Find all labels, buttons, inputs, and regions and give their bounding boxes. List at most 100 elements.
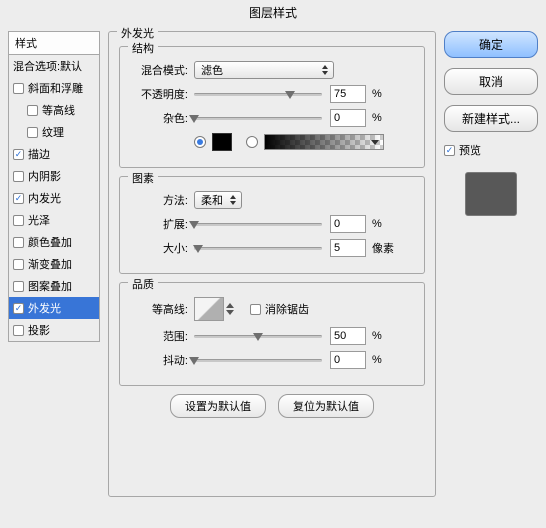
style-item-label: 纹理 bbox=[42, 124, 64, 140]
size-input[interactable] bbox=[330, 239, 366, 257]
style-list-item[interactable]: 图案叠加 bbox=[9, 275, 99, 297]
range-label: 范围: bbox=[130, 328, 194, 344]
structure-group: 结构 混合模式: 滤色 不透明度: % 杂色: bbox=[119, 46, 425, 168]
jitter-slider[interactable] bbox=[194, 353, 322, 367]
color-swatch[interactable] bbox=[212, 133, 232, 151]
style-checkbox[interactable] bbox=[13, 171, 24, 182]
main-panel: 外发光 结构 混合模式: 滤色 不透明度: % bbox=[108, 31, 436, 520]
style-list-item[interactable]: 光泽 bbox=[9, 209, 99, 231]
style-list-item[interactable]: 描边 bbox=[9, 143, 99, 165]
preview-checkbox[interactable] bbox=[444, 145, 455, 156]
style-checkbox[interactable] bbox=[13, 193, 24, 204]
reset-default-button[interactable]: 复位为默认值 bbox=[278, 394, 374, 418]
style-checkbox[interactable] bbox=[13, 303, 24, 314]
method-row: 方法: 柔和 bbox=[130, 191, 414, 209]
noise-slider[interactable] bbox=[194, 111, 322, 125]
style-list-item[interactable]: 斜面和浮雕 bbox=[9, 77, 99, 99]
style-list-item[interactable]: 外发光 bbox=[9, 297, 99, 319]
style-list-item[interactable]: 混合选项:默认 bbox=[9, 55, 99, 77]
antialias-checkbox[interactable] bbox=[250, 304, 261, 315]
style-list-item[interactable]: 投影 bbox=[9, 319, 99, 341]
make-default-button[interactable]: 设置为默认值 bbox=[170, 394, 266, 418]
ok-button[interactable]: 确定 bbox=[444, 31, 538, 58]
style-item-label: 图案叠加 bbox=[28, 278, 72, 294]
elements-legend: 图素 bbox=[128, 170, 158, 186]
opacity-slider[interactable] bbox=[194, 87, 322, 101]
jitter-unit: % bbox=[372, 354, 382, 366]
noise-input[interactable] bbox=[330, 109, 366, 127]
quality-legend: 品质 bbox=[128, 276, 158, 292]
noise-unit: % bbox=[372, 112, 382, 124]
style-item-label: 渐变叠加 bbox=[28, 256, 72, 272]
preview-label: 预览 bbox=[459, 142, 481, 158]
size-row: 大小: 像素 bbox=[130, 239, 414, 257]
outer-glow-group: 外发光 结构 混合模式: 滤色 不透明度: % bbox=[108, 31, 436, 497]
dialog-body: 样式 混合选项:默认斜面和浮雕等高线纹理描边内阴影内发光光泽颜色叠加渐变叠加图案… bbox=[0, 25, 546, 528]
style-list-item[interactable]: 颜色叠加 bbox=[9, 231, 99, 253]
style-checkbox[interactable] bbox=[13, 281, 24, 292]
blend-mode-select[interactable]: 滤色 bbox=[194, 61, 334, 79]
cancel-button[interactable]: 取消 bbox=[444, 68, 538, 95]
opacity-label: 不透明度: bbox=[130, 86, 194, 102]
side-panel: 确定 取消 新建样式... 预览 bbox=[444, 31, 538, 520]
style-checkbox[interactable] bbox=[13, 325, 24, 336]
styles-header[interactable]: 样式 bbox=[8, 31, 100, 55]
contour-row: 等高线: 消除锯齿 bbox=[130, 297, 414, 321]
style-list-item[interactable]: 内阴影 bbox=[9, 165, 99, 187]
color-source-row bbox=[130, 133, 414, 151]
layer-style-dialog: 图层样式 样式 混合选项:默认斜面和浮雕等高线纹理描边内阴影内发光光泽颜色叠加渐… bbox=[0, 0, 546, 528]
style-checkbox[interactable] bbox=[13, 259, 24, 270]
contour-picker[interactable] bbox=[194, 297, 224, 321]
style-item-label: 描边 bbox=[28, 146, 50, 162]
blend-mode-row: 混合模式: 滤色 bbox=[130, 61, 414, 79]
noise-row: 杂色: % bbox=[130, 109, 414, 127]
color-solid-radio[interactable] bbox=[194, 136, 206, 148]
contour-label: 等高线: bbox=[130, 301, 194, 317]
spread-slider[interactable] bbox=[194, 217, 322, 231]
style-checkbox[interactable] bbox=[27, 127, 38, 138]
style-list-item[interactable]: 纹理 bbox=[9, 121, 99, 143]
color-gradient-radio[interactable] bbox=[246, 136, 258, 148]
style-item-label: 斜面和浮雕 bbox=[28, 80, 83, 96]
method-select[interactable]: 柔和 bbox=[194, 191, 242, 209]
jitter-row: 抖动: % bbox=[130, 351, 414, 369]
style-list-item[interactable]: 渐变叠加 bbox=[9, 253, 99, 275]
style-checkbox[interactable] bbox=[13, 215, 24, 226]
style-checkbox[interactable] bbox=[13, 83, 24, 94]
spread-input[interactable] bbox=[330, 215, 366, 233]
chevron-down-icon bbox=[371, 140, 379, 145]
bottom-buttons: 设置为默认值 复位为默认值 bbox=[119, 394, 425, 418]
opacity-unit: % bbox=[372, 88, 382, 100]
method-label: 方法: bbox=[130, 192, 194, 208]
outer-legend: 外发光 bbox=[117, 25, 158, 41]
style-checkbox[interactable] bbox=[13, 149, 24, 160]
style-list-item[interactable]: 内发光 bbox=[9, 187, 99, 209]
style-checkbox[interactable] bbox=[27, 105, 38, 116]
structure-legend: 结构 bbox=[128, 40, 158, 56]
gradient-picker[interactable] bbox=[264, 134, 384, 150]
spread-row: 扩展: % bbox=[130, 215, 414, 233]
style-item-label: 外发光 bbox=[28, 300, 61, 316]
dialog-title: 图层样式 bbox=[0, 0, 546, 25]
jitter-input[interactable] bbox=[330, 351, 366, 369]
spread-unit: % bbox=[372, 218, 382, 230]
size-label: 大小: bbox=[130, 240, 194, 256]
opacity-input[interactable] bbox=[330, 85, 366, 103]
preview-row: 预览 bbox=[444, 142, 538, 158]
size-slider[interactable] bbox=[194, 241, 322, 255]
style-item-label: 等高线 bbox=[42, 102, 75, 118]
method-value: 柔和 bbox=[201, 192, 223, 208]
opacity-row: 不透明度: % bbox=[130, 85, 414, 103]
style-checkbox[interactable] bbox=[13, 237, 24, 248]
antialias-label: 消除锯齿 bbox=[265, 301, 309, 317]
style-list-item[interactable]: 等高线 bbox=[9, 99, 99, 121]
new-style-button[interactable]: 新建样式... bbox=[444, 105, 538, 132]
range-slider[interactable] bbox=[194, 329, 322, 343]
style-item-label: 投影 bbox=[28, 322, 50, 338]
jitter-label: 抖动: bbox=[130, 352, 194, 368]
elements-group: 图素 方法: 柔和 扩展: % 大小: bbox=[119, 176, 425, 274]
contour-dropdown-icon[interactable] bbox=[226, 303, 234, 315]
style-item-label: 混合选项:默认 bbox=[13, 58, 82, 74]
size-unit: 像素 bbox=[372, 240, 394, 256]
range-input[interactable] bbox=[330, 327, 366, 345]
